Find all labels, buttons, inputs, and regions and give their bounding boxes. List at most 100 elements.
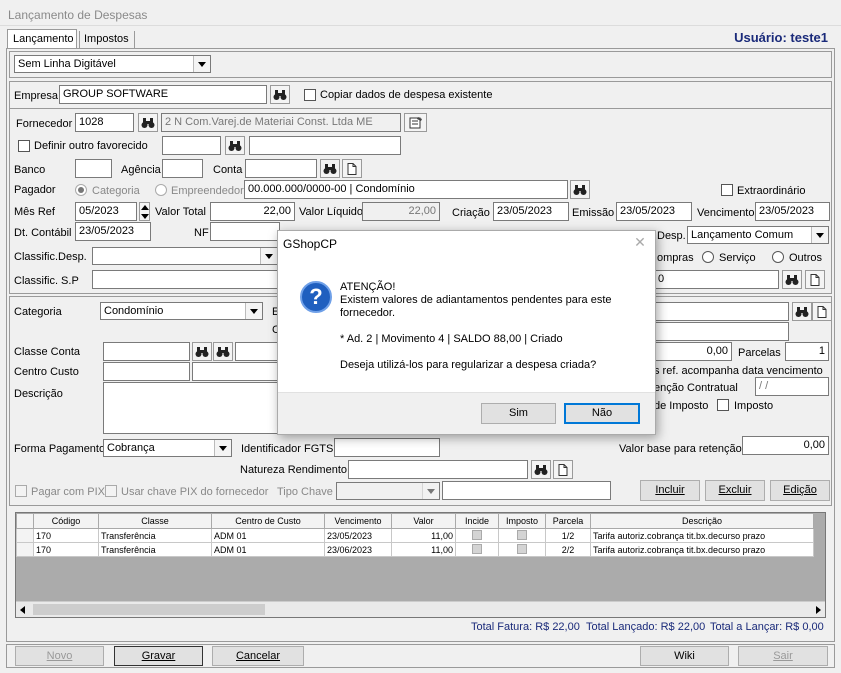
classe-conta-search2-button[interactable] [213, 342, 233, 361]
grid-header-codigo[interactable]: Código [33, 513, 99, 529]
nf-input[interactable] [210, 222, 280, 241]
natureza-search-button[interactable] [531, 460, 551, 479]
cell-imposto[interactable] [498, 528, 546, 543]
imposto-checkbox[interactable] [717, 399, 729, 411]
classe-conta-search-button[interactable] [192, 342, 212, 361]
usar-chave-pix-checkbox[interactable] [105, 485, 117, 497]
vencimento-input[interactable]: 23/05/2023 [755, 202, 830, 221]
mes-ref-input[interactable]: 05/2023 [75, 202, 137, 221]
categoria-extra-input[interactable] [654, 322, 789, 341]
classif-sp-input[interactable] [92, 270, 278, 289]
sair-button[interactable]: Sair [738, 646, 828, 666]
valor-total-input[interactable]: 22,00 [210, 202, 295, 221]
empresa-search-button[interactable] [270, 85, 290, 104]
cell-imposto[interactable] [498, 542, 546, 557]
pagador-categoria-radio[interactable] [75, 184, 87, 196]
favorecido-search-button[interactable] [225, 136, 245, 155]
incide-checkbox[interactable] [472, 543, 482, 554]
grid-header-parcela[interactable]: Parcela [545, 513, 591, 529]
parcelas-valor-input[interactable]: 0,00 [654, 342, 732, 361]
tipo-desp-select[interactable]: Lançamento Comum [687, 226, 829, 244]
banco-input[interactable] [75, 159, 112, 178]
linha-digitavel-select[interactable]: Sem Linha Digitável [14, 55, 211, 73]
grid-header-imposto[interactable]: Imposto [498, 513, 546, 529]
classif-sp-right-input[interactable]: 0 [654, 270, 779, 289]
copiar-checkbox[interactable] [304, 89, 316, 101]
fgts-input[interactable] [334, 438, 440, 457]
grid-header-centro-custo[interactable]: Centro de Custo [211, 513, 325, 529]
grid-header-vencimento[interactable]: Vencimento [324, 513, 392, 529]
emissao-input[interactable]: 23/05/2023 [616, 202, 692, 221]
conta-input[interactable] [245, 159, 317, 178]
cell-incide[interactable] [455, 542, 499, 557]
table-row[interactable]: 170 Transferência ADM 01 23/06/2023 11,0… [16, 542, 814, 557]
mes-ref-spinner[interactable] [139, 202, 150, 221]
classif-sp-new-button[interactable] [805, 270, 825, 289]
grid-header-valor[interactable]: Valor [391, 513, 456, 529]
outros-radio[interactable] [772, 251, 784, 263]
pagador-input[interactable]: 00.000.000/0000-00 | Condomínio [244, 180, 568, 199]
classe-conta-input[interactable] [103, 342, 190, 361]
cancelar-button[interactable]: Cancelar [212, 646, 304, 666]
tab-impostos[interactable]: Impostos [79, 31, 135, 48]
definir-favorecido-checkbox[interactable] [18, 140, 30, 152]
wiki-button[interactable]: Wiki [640, 646, 729, 666]
classif-sp-search-button[interactable] [782, 270, 802, 289]
categoria-select[interactable]: Condomínio [100, 302, 263, 320]
grid-header-classe[interactable]: Classe [98, 513, 212, 529]
grid-scroll-thumb[interactable] [33, 604, 265, 615]
cell-incide[interactable] [455, 528, 499, 543]
categoria-new-button[interactable] [812, 302, 832, 321]
tab-lancamento[interactable]: Lançamento [7, 29, 77, 49]
dialog-close-icon[interactable]: ✕ [633, 235, 647, 249]
extraordinario-checkbox[interactable] [721, 184, 733, 196]
parcelas-input[interactable]: 1 [785, 342, 829, 361]
fornecedor-search-button[interactable] [138, 113, 158, 132]
retencao-input[interactable]: 0,00 [742, 436, 829, 455]
pagador-empreendedor-radio[interactable] [155, 184, 167, 196]
imposto-cell-checkbox[interactable] [517, 529, 527, 540]
classe-conta-desc-input[interactable] [235, 342, 279, 361]
forma-pagamento-label: Forma Pagamento [14, 443, 106, 455]
tipo-chave-select[interactable] [336, 482, 440, 500]
scroll-left-arrow-icon[interactable] [20, 606, 25, 614]
pagar-pix-checkbox[interactable] [15, 485, 27, 497]
descricao-textarea[interactable] [103, 382, 279, 434]
conta-new-button[interactable] [342, 159, 362, 178]
grid-header-descricao[interactable]: Descrição [590, 513, 814, 529]
fornecedor-edit-button[interactable] [404, 113, 427, 132]
favorecido-name-input[interactable] [249, 136, 401, 155]
conta-search-button[interactable] [320, 159, 340, 178]
grid-horizontal-scrollbar[interactable] [16, 601, 825, 617]
retencao-contratual-input[interactable]: / / [755, 377, 829, 396]
novo-button[interactable]: Novo [15, 646, 104, 666]
grid-header-incide[interactable]: Incide [455, 513, 499, 529]
scroll-right-arrow-icon[interactable] [816, 606, 821, 614]
dt-contabil-input[interactable]: 23/05/2023 [75, 222, 151, 241]
incluir-button[interactable]: Incluir [640, 480, 700, 501]
favorecido-code-input[interactable] [162, 136, 221, 155]
servico-radio[interactable] [702, 251, 714, 263]
forma-pagamento-select[interactable]: Cobrança [103, 439, 232, 457]
pagador-search-button[interactable] [570, 180, 590, 199]
excluir-button[interactable]: Excluir [705, 480, 765, 501]
dialog-sim-button[interactable]: Sim [481, 403, 556, 424]
table-row[interactable]: 170 Transferência ADM 01 23/05/2023 11,0… [16, 528, 814, 543]
centro-custo-input[interactable] [103, 362, 190, 381]
edicao-button[interactable]: Edição [770, 480, 830, 501]
categoria-search-button[interactable] [792, 302, 812, 321]
criacao-input[interactable]: 23/05/2023 [493, 202, 569, 221]
categoria-detail-input[interactable] [654, 302, 789, 321]
natureza-input[interactable] [348, 460, 528, 479]
incide-checkbox[interactable] [472, 529, 482, 540]
empresa-input[interactable]: GROUP SOFTWARE [59, 85, 267, 104]
chave-pix-input[interactable] [442, 481, 611, 500]
classif-desp-select[interactable] [92, 247, 278, 265]
natureza-new-button[interactable] [553, 460, 573, 479]
fornecedor-code-input[interactable]: 1028 [75, 113, 134, 132]
dialog-nao-button[interactable]: Não [564, 403, 640, 424]
imposto-cell-checkbox[interactable] [517, 543, 527, 554]
gravar-button[interactable]: Gravar [114, 646, 203, 666]
centro-custo-desc-input[interactable] [192, 362, 279, 381]
agencia-input[interactable] [162, 159, 203, 178]
